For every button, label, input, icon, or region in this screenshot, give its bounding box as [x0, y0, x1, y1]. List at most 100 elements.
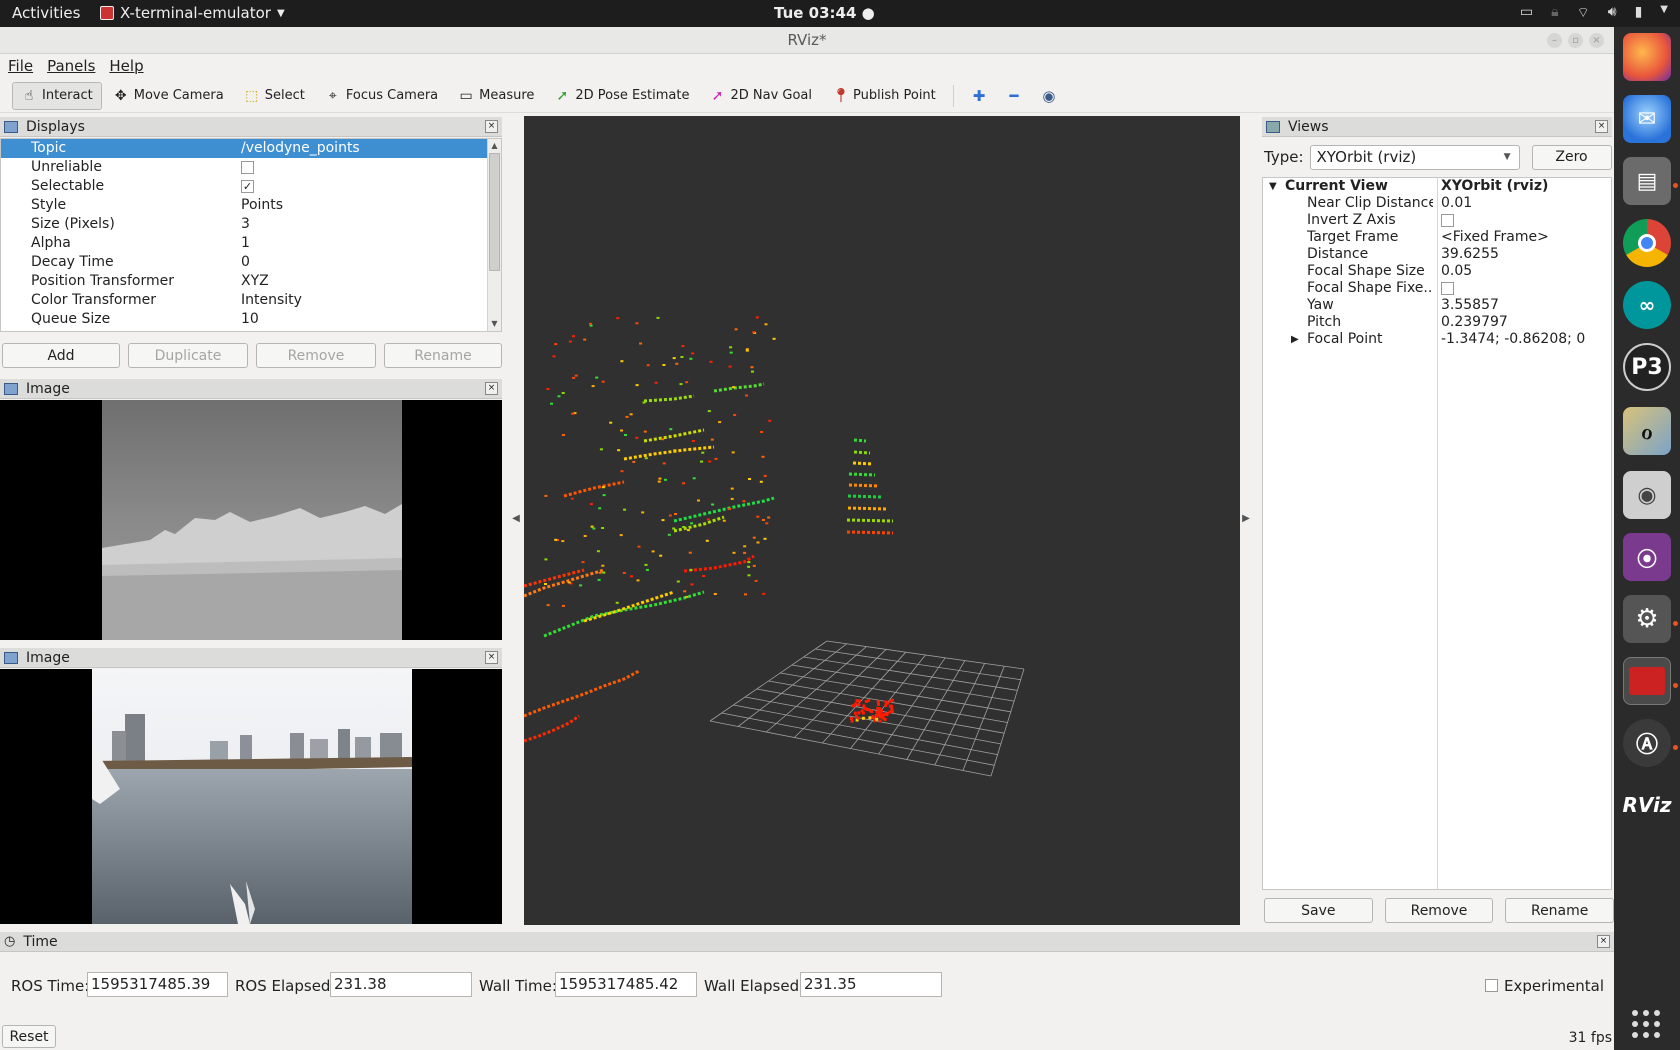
display-prop-row[interactable]: Size (Pixels) 3 — [1, 215, 501, 234]
rename-display-button[interactable]: Rename — [384, 343, 502, 368]
display-prop-value[interactable]: XYZ — [241, 272, 269, 291]
activities-button[interactable]: Activities — [12, 4, 80, 22]
expand-triangle-icon[interactable]: ▶ — [1291, 331, 1299, 348]
app-menu[interactable]: X-terminal-emulator ▼ — [100, 4, 285, 22]
scrollbar-thumb[interactable] — [489, 153, 500, 271]
view-prop-value[interactable]: 0.05 — [1441, 263, 1472, 280]
display-prop-value[interactable]: Points — [241, 196, 283, 215]
close-icon[interactable]: × — [485, 382, 498, 395]
menu-help[interactable]: Help — [109, 54, 143, 78]
add-display-button[interactable]: Add — [2, 343, 120, 368]
clock[interactable]: Tue 03:44 ● — [774, 4, 875, 22]
view-prop-value[interactable]: 0.239797 — [1441, 314, 1508, 331]
view-prop-checkbox[interactable] — [1441, 213, 1454, 227]
display-prop-value[interactable]: 0 — [241, 253, 250, 272]
expand-triangle-icon[interactable]: ▼ — [1269, 178, 1277, 195]
focus-camera-tool[interactable]: ⌖ Focus Camera — [316, 82, 447, 110]
current-view-row[interactable]: ▼ Current View XYOrbit (rviz) — [1263, 178, 1611, 195]
nav-goal-tool[interactable]: ➚ 2D Nav Goal — [700, 82, 821, 110]
scroll-down-icon[interactable]: ▼ — [488, 317, 501, 331]
display-prop-row[interactable]: Decay Time 0 — [1, 253, 501, 272]
measure-tool[interactable]: ▭ Measure — [449, 82, 543, 110]
displays-property-tree[interactable]: Topic/velodyne_points Unreliable Selectabl… — [0, 138, 502, 332]
view-prop-row[interactable]: Near Clip Distance 0.01 — [1263, 195, 1611, 212]
view-prop-row[interactable]: Focal Shape Fixe... — [1263, 280, 1611, 297]
display-prop-checkbox[interactable] — [241, 160, 254, 174]
view-prop-value[interactable]: 3.55857 — [1441, 297, 1499, 314]
view-prop-row[interactable]: Pitch 0.239797 — [1263, 314, 1611, 331]
view-prop-row[interactable]: Invert Z Axis — [1263, 212, 1611, 229]
remove-tool-button[interactable]: ━ — [998, 82, 1029, 110]
display-prop-value[interactable]: 10 — [241, 310, 259, 329]
screen-recorder-icon[interactable]: ⦿ — [1623, 533, 1671, 581]
close-icon[interactable]: × — [1589, 33, 1604, 48]
close-icon[interactable]: × — [1595, 120, 1608, 133]
move-camera-tool[interactable]: ✥ Move Camera — [104, 82, 233, 110]
qgis-icon[interactable]: ℴ — [1623, 407, 1671, 455]
camera-type-button[interactable]: ◉ — [1031, 82, 1066, 110]
display-prop-value[interactable]: Intensity — [241, 291, 302, 310]
reset-button[interactable]: Reset — [2, 1025, 56, 1048]
processing-icon[interactable]: P3 — [1623, 343, 1671, 391]
ros-elapsed-field[interactable]: 231.38 — [330, 972, 472, 997]
view-prop-value[interactable]: 0.01 — [1441, 195, 1472, 212]
thunderbird-icon[interactable]: ✉ — [1623, 95, 1671, 143]
system-tray[interactable]: ▭ 🔒︎ ⌔ 🔊︎ ▮ ▼ — [1520, 4, 1668, 22]
display-prop-row[interactable]: Position Transformer XYZ — [1, 272, 501, 291]
view-prop-row[interactable]: Yaw 3.55857 — [1263, 297, 1611, 314]
save-view-button[interactable]: Save — [1264, 898, 1373, 923]
view-prop-row[interactable]: Focal Shape Size 0.05 — [1263, 263, 1611, 280]
select-tool[interactable]: ⬚ Select — [235, 82, 314, 110]
add-tool-button[interactable]: ✚ — [962, 82, 997, 110]
view-prop-row[interactable]: Target Frame <Fixed Frame> — [1263, 229, 1611, 246]
collapse-right-arrow-icon[interactable]: ▶ — [1240, 509, 1252, 529]
software-updater-icon[interactable]: Ⓐ — [1623, 719, 1671, 767]
duplicate-display-button[interactable]: Duplicate — [128, 343, 248, 368]
publish-point-tool[interactable]: 📍︎ Publish Point — [823, 82, 945, 110]
collapse-left-arrow-icon[interactable]: ◀ — [510, 509, 522, 529]
close-icon[interactable]: × — [1597, 935, 1610, 948]
scroll-up-icon[interactable]: ▲ — [488, 139, 501, 153]
menu-panels[interactable]: Panels — [47, 54, 95, 78]
display-prop-value[interactable]: /velodyne_points — [241, 139, 360, 158]
wall-time-field[interactable]: 1595317485.42 — [555, 972, 697, 997]
view-prop-value[interactable]: <Fixed Frame> — [1441, 229, 1549, 246]
3d-render-view[interactable] — [523, 116, 1240, 925]
close-icon[interactable]: × — [485, 120, 498, 133]
display-prop-row[interactable]: Color Transformer Intensity — [1, 291, 501, 310]
files-icon[interactable]: ▤ — [1623, 157, 1671, 205]
view-type-select[interactable]: XYOrbit (rviz) ▼ — [1309, 144, 1520, 170]
view-prop-row[interactable]: Distance 39.6255 — [1263, 246, 1611, 263]
menu-file[interactable]: File — [8, 54, 33, 78]
zero-button[interactable]: Zero — [1531, 144, 1612, 170]
displays-scrollbar[interactable]: ▲ ▼ — [487, 139, 501, 331]
experimental-checkbox[interactable] — [1485, 979, 1498, 992]
view-prop-row[interactable]: ▶ Focal Point -1.3474; -0.86208; 0 — [1263, 331, 1611, 348]
camera-icon[interactable]: ◉ — [1623, 471, 1671, 519]
firefox-icon[interactable] — [1623, 33, 1671, 81]
display-prop-value[interactable]: 1 — [241, 234, 250, 253]
view-prop-value[interactable]: -1.3474; -0.86208; 0 — [1441, 331, 1585, 348]
window-titlebar[interactable]: RViz* – ▫ × — [0, 27, 1614, 54]
remove-display-button[interactable]: Remove — [256, 343, 376, 368]
interact-tool[interactable]: ☝ Interact — [12, 81, 102, 110]
point-cloud-scene[interactable] — [523, 116, 1240, 925]
settings-icon[interactable]: ⚙ — [1623, 595, 1671, 643]
wall-elapsed-field[interactable]: 231.35 — [800, 972, 942, 997]
show-applications-icon[interactable] — [1632, 1010, 1660, 1038]
close-icon[interactable]: × — [485, 651, 498, 664]
display-prop-value[interactable]: 3 — [241, 215, 250, 234]
rename-view-button[interactable]: Rename — [1505, 898, 1615, 923]
ros-time-field[interactable]: 1595317485.39 — [87, 972, 228, 997]
minimize-icon[interactable]: – — [1547, 33, 1562, 48]
display-prop-checkbox[interactable]: ✓ — [241, 179, 254, 193]
view-prop-checkbox[interactable] — [1441, 281, 1454, 295]
display-prop-row[interactable]: Queue Size 10 — [1, 310, 501, 329]
rviz-icon[interactable]: RViz — [1622, 781, 1671, 829]
view-prop-value[interactable]: 39.6255 — [1441, 246, 1499, 263]
terminal-icon[interactable] — [1623, 657, 1671, 705]
display-prop-row[interactable]: Style Points — [1, 196, 501, 215]
pose-estimate-tool[interactable]: ➚ 2D Pose Estimate — [545, 82, 698, 110]
display-prop-row[interactable]: Unreliable — [1, 158, 501, 177]
arduino-icon[interactable]: ∞ — [1623, 281, 1671, 329]
